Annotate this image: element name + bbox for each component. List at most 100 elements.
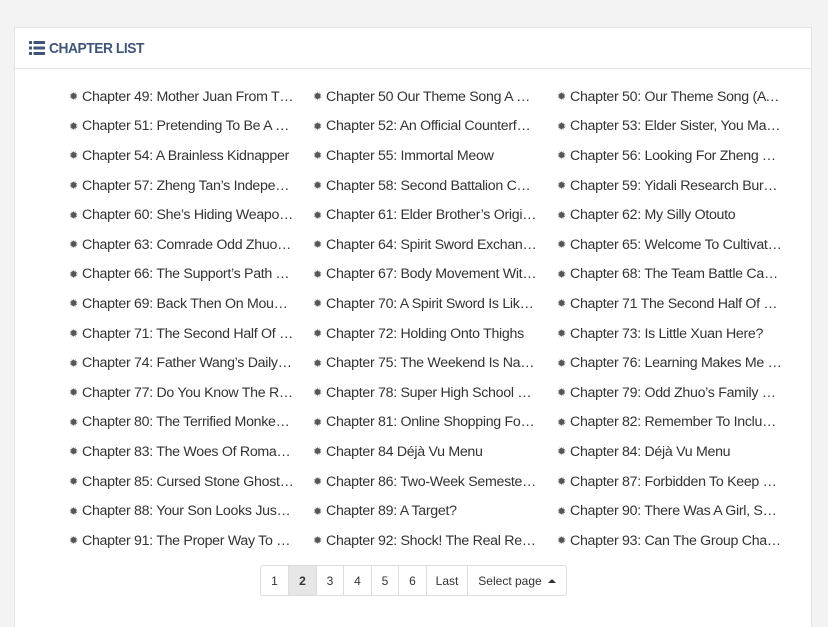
chapter-list-item[interactable]: ✹ Chapter 49: Mother Juan From The… [69, 82, 313, 112]
chapter-link[interactable]: Chapter 68: The Team Battle Can B… [570, 266, 782, 282]
chapter-list-item[interactable]: ✹ Chapter 73: Is Little Xuan Here? [557, 319, 801, 349]
chapter-link[interactable]: Chapter 66: The Support’s Path To… [82, 266, 294, 282]
chapter-list-item[interactable]: ✹ Chapter 50: Our Theme Song (A M… [557, 82, 801, 112]
chapter-list-item[interactable]: ✹ Chapter 76: Learning Makes Me Ha… [557, 348, 801, 378]
chapter-list-item[interactable]: ✹ Chapter 79: Odd Zhuo’s Family Hei… [557, 378, 801, 408]
chapter-link[interactable]: Chapter 65: Welcome To Cultivator’… [570, 237, 782, 253]
chapter-list-item[interactable]: ✹ Chapter 80: The Terrified Monkey C… [69, 408, 313, 438]
page-button-3[interactable]: 3 [317, 566, 344, 595]
chapter-link[interactable]: Chapter 75: The Weekend Is Natur… [326, 355, 538, 371]
chapter-list-item[interactable]: ✹ Chapter 69: Back Then On Mount … [69, 289, 313, 319]
chapter-list-item[interactable]: ✹ Chapter 51: Pretending To Be A Cu… [69, 112, 313, 142]
chapter-list-item[interactable]: ✹ Chapter 90: There Was A Girl, She … [557, 496, 801, 526]
chapter-list-item[interactable]: ✹ Chapter 55: Immortal Meow [313, 141, 557, 171]
chapter-link[interactable]: Chapter 61: Elder Brother’s Origina… [326, 207, 538, 223]
chapter-list-item[interactable]: ✹ Chapter 62: My Silly Otouto [557, 200, 801, 230]
chapter-list-item[interactable]: ✹ Chapter 83: The Woes Of Romance [69, 437, 313, 467]
chapter-link[interactable]: Chapter 89: A Target? [326, 503, 538, 519]
page-button-2[interactable]: 2 [289, 566, 317, 595]
chapter-link[interactable]: Chapter 91: The Proper Way To Op… [82, 533, 294, 549]
chapter-list-item[interactable]: ✹ Chapter 78: Super High School Lev… [313, 378, 557, 408]
chapter-link[interactable]: Chapter 49: Mother Juan From The… [82, 89, 294, 105]
chapter-link[interactable]: Chapter 84 Déjà Vu Menu [326, 444, 538, 460]
chapter-list-item[interactable]: ✹ Chapter 74: Father Wang’s Daily Lif… [69, 348, 313, 378]
chapter-list-item[interactable]: ✹ Chapter 86: Two-Week Semester C… [313, 467, 557, 497]
chapter-link[interactable]: Chapter 69: Back Then On Mount … [82, 296, 294, 312]
page-button-4[interactable]: 4 [344, 566, 372, 595]
chapter-link[interactable]: Chapter 74: Father Wang’s Daily Lif… [82, 355, 294, 371]
chapter-link[interactable]: Chapter 50 Our Theme Song A Mus… [326, 89, 538, 105]
chapter-list-item[interactable]: ✹ Chapter 71: The Second Half Of “Ji… [69, 319, 313, 349]
chapter-list-item[interactable]: ✹ Chapter 75: The Weekend Is Natur… [313, 348, 557, 378]
chapter-link[interactable]: Chapter 63: Comrade Odd Zhuo Is … [82, 237, 294, 253]
chapter-list-item[interactable]: ✹ Chapter 81: Online Shopping For C… [313, 408, 557, 438]
chapter-list-item[interactable]: ✹ Chapter 50 Our Theme Song A Mus… [313, 82, 557, 112]
chapter-link[interactable]: Chapter 80: The Terrified Monkey C… [82, 414, 294, 430]
chapter-list-item[interactable]: ✹ Chapter 87: Forbidden To Keep Do… [557, 467, 801, 497]
chapter-list-item[interactable]: ✹ Chapter 71 The Second Half Of “Ji… [557, 289, 801, 319]
chapter-link[interactable]: Chapter 83: The Woes Of Romance [82, 444, 294, 460]
chapter-link[interactable]: Chapter 93: Can The Group Chat St… [570, 533, 782, 549]
last-page-button[interactable]: Last [427, 566, 468, 595]
chapter-link[interactable]: Chapter 78: Super High School Lev… [326, 385, 538, 401]
chapter-list-item[interactable]: ✹ Chapter 89: A Target? [313, 496, 557, 526]
chapter-list-item[interactable]: ✹ Chapter 63: Comrade Odd Zhuo Is … [69, 230, 313, 260]
chapter-link[interactable]: Chapter 54: A Brainless Kidnapper [82, 148, 294, 164]
chapter-list-item[interactable]: ✹ Chapter 84: Déjà Vu Menu [557, 437, 801, 467]
chapter-link[interactable]: Chapter 84: Déjà Vu Menu [570, 444, 782, 460]
chapter-link[interactable]: Chapter 82: Remember To Include … [570, 414, 782, 430]
chapter-link[interactable]: Chapter 92: Shock! The Real Reas… [326, 533, 538, 549]
chapter-link[interactable]: Chapter 51: Pretending To Be A Cu… [82, 118, 294, 134]
chapter-list-item[interactable]: ✹ Chapter 61: Elder Brother’s Origina… [313, 200, 557, 230]
chapter-link[interactable]: Chapter 90: There Was A Girl, She … [570, 503, 782, 519]
chapter-link[interactable]: Chapter 56: Looking For Zheng Tan [570, 148, 782, 164]
chapter-list-item[interactable]: ✹ Chapter 88: Your Son Looks Just L… [69, 496, 313, 526]
chapter-link[interactable]: Chapter 79: Odd Zhuo’s Family Hei… [570, 385, 782, 401]
chapter-link[interactable]: Chapter 87: Forbidden To Keep Do… [570, 474, 782, 490]
chapter-link[interactable]: Chapter 64: Spirit Sword Exchange… [326, 237, 538, 253]
page-button-1[interactable]: 1 [261, 566, 289, 595]
chapter-link[interactable]: Chapter 71: The Second Half Of “Ji… [82, 326, 294, 342]
select-page-dropdown[interactable]: Select page [468, 566, 566, 595]
chapter-list-item[interactable]: ✹ Chapter 67: Body Movement Witho… [313, 260, 557, 290]
chapter-link[interactable]: Chapter 81: Online Shopping For C… [326, 414, 538, 430]
chapter-list-item[interactable]: ✹ Chapter 91: The Proper Way To Op… [69, 526, 313, 556]
chapter-link[interactable]: Chapter 59: Yidali Research Burea… [570, 178, 782, 194]
chapter-link[interactable]: Chapter 52: An Official Counterfeit … [326, 118, 538, 134]
chapter-link[interactable]: Chapter 53: Elder Sister, You May … [570, 118, 782, 134]
chapter-list-item[interactable]: ✹ Chapter 53: Elder Sister, You May … [557, 112, 801, 142]
chapter-list-item[interactable]: ✹ Chapter 84 Déjà Vu Menu [313, 437, 557, 467]
page-button-6[interactable]: 6 [399, 566, 427, 595]
chapter-list-item[interactable]: ✹ Chapter 72: Holding Onto Thighs [313, 319, 557, 349]
chapter-list-item[interactable]: ✹ Chapter 82: Remember To Include … [557, 408, 801, 438]
chapter-link[interactable]: Chapter 73: Is Little Xuan Here? [570, 326, 782, 342]
chapter-link[interactable]: Chapter 55: Immortal Meow [326, 148, 538, 164]
page-button-5[interactable]: 5 [372, 566, 399, 595]
chapter-list-item[interactable]: ✹ Chapter 52: An Official Counterfeit … [313, 112, 557, 142]
chapter-link[interactable]: Chapter 77: Do You Know The Rea… [82, 385, 294, 401]
chapter-list-item[interactable]: ✹ Chapter 60: She’s Hiding Weapons … [69, 200, 313, 230]
chapter-link[interactable]: Chapter 76: Learning Makes Me Ha… [570, 355, 782, 371]
chapter-link[interactable]: Chapter 88: Your Son Looks Just L… [82, 503, 294, 519]
chapter-list-item[interactable]: ✹ Chapter 85: Cursed Stone Ghost M… [69, 467, 313, 497]
chapter-link[interactable]: Chapter 60: She’s Hiding Weapons … [82, 207, 294, 223]
chapter-list-item[interactable]: ✹ Chapter 68: The Team Battle Can B… [557, 260, 801, 290]
chapter-link[interactable]: Chapter 86: Two-Week Semester C… [326, 474, 538, 490]
chapter-list-item[interactable]: ✹ Chapter 58: Second Battalion Com… [313, 171, 557, 201]
chapter-link[interactable]: Chapter 71 The Second Half Of “Ji… [570, 296, 782, 312]
chapter-list-item[interactable]: ✹ Chapter 66: The Support’s Path To… [69, 260, 313, 290]
chapter-link[interactable]: Chapter 67: Body Movement Witho… [326, 266, 538, 282]
chapter-link[interactable]: Chapter 62: My Silly Otouto [570, 207, 782, 223]
chapter-link[interactable]: Chapter 58: Second Battalion Com… [326, 178, 538, 194]
chapter-link[interactable]: Chapter 70: A Spirit Sword Is Like I… [326, 296, 538, 312]
chapter-list-item[interactable]: ✹ Chapter 56: Looking For Zheng Tan [557, 141, 801, 171]
chapter-list-item[interactable]: ✹ Chapter 54: A Brainless Kidnapper [69, 141, 313, 171]
chapter-list-item[interactable]: ✹ Chapter 77: Do You Know The Rea… [69, 378, 313, 408]
chapter-link[interactable]: Chapter 57: Zheng Tan’s Independ… [82, 178, 294, 194]
chapter-list-item[interactable]: ✹ Chapter 64: Spirit Sword Exchange… [313, 230, 557, 260]
chapter-list-item[interactable]: ✹ Chapter 65: Welcome To Cultivator’… [557, 230, 801, 260]
chapter-list-item[interactable]: ✹ Chapter 59: Yidali Research Burea… [557, 171, 801, 201]
chapter-list-item[interactable]: ✹ Chapter 57: Zheng Tan’s Independ… [69, 171, 313, 201]
chapter-link[interactable]: Chapter 50: Our Theme Song (A M… [570, 89, 782, 105]
chapter-link[interactable]: Chapter 72: Holding Onto Thighs [326, 326, 538, 342]
